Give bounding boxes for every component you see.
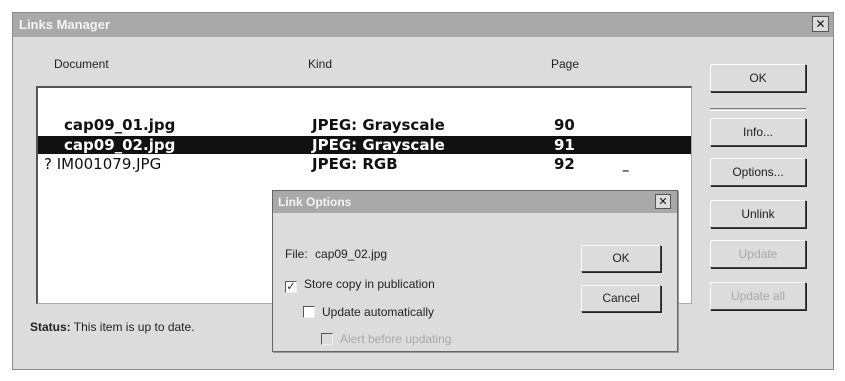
store-copy-checkbox[interactable]: ✓ Store copy in publication [285,276,435,293]
document-name: cap09_02.jpg [64,136,176,154]
document-name: cap09_01.jpg [64,116,176,134]
alert-before-updating-label: Alert before updating [340,332,452,346]
update-all-button: Update all [710,282,806,310]
status-text: This item is up to date. [73,320,195,334]
file-value: cap09_02.jpg [315,247,388,261]
link-options-dialog: Link Options ✕ File: cap09_02.jpg ✓ Store… [272,190,678,352]
checkbox-box[interactable] [303,306,315,318]
ok-button[interactable]: OK [710,64,806,92]
column-header-kind[interactable]: Kind [308,57,332,71]
options-button[interactable]: Options... [710,158,806,186]
document-kind: JPEG: RGB [312,155,398,173]
update-automatically-label: Update automatically [322,305,435,319]
status-line: Status: This item is up to date. [30,320,195,334]
column-header-document[interactable]: Document [54,57,109,71]
file-label: File: [285,247,308,261]
document-page: 90 [554,116,575,134]
document-kind: JPEG: Grayscale [312,116,445,134]
update-button: Update [710,240,806,268]
store-copy-label: Store copy in publication [304,277,435,291]
list-item[interactable]: cap09_02.jpg JPEG: Grayscale 91 [38,136,691,154]
document-kind: JPEG: Grayscale [312,136,445,154]
checkbox-box [321,333,333,345]
status-label: Status: [30,320,71,334]
link-options-cancel-button[interactable]: Cancel [581,285,661,312]
document-page: 92 [554,155,575,173]
status-indicator: – [622,161,630,179]
dialog-title: Links Manager [19,17,111,32]
link-options-ok-button[interactable]: OK [581,245,661,272]
document-page: 91 [554,136,575,154]
list-item[interactable]: cap09_01.jpg JPEG: Grayscale 90 [38,116,691,134]
info-button[interactable]: Info... [710,118,806,146]
update-automatically-checkbox[interactable]: Update automatically [303,304,434,320]
column-header-page[interactable]: Page [551,57,579,71]
alert-before-updating-checkbox: Alert before updating [321,331,451,347]
checkbox-check-icon[interactable]: ✓ [285,281,297,293]
button-separator [710,108,806,111]
unlink-button[interactable]: Unlink [710,200,806,228]
link-options-title: Link Options [278,195,352,209]
close-icon[interactable]: ✕ [655,194,671,209]
document-name: ? IM001079.JPG [44,155,162,173]
dialog-titlebar: Links Manager ✕ [13,13,833,37]
close-icon[interactable]: ✕ [812,16,829,32]
link-options-titlebar: Link Options ✕ [273,191,677,213]
file-info: File: cap09_02.jpg [285,247,387,261]
list-item[interactable]: ? IM001079.JPG JPEG: RGB 92 – [38,155,691,179]
